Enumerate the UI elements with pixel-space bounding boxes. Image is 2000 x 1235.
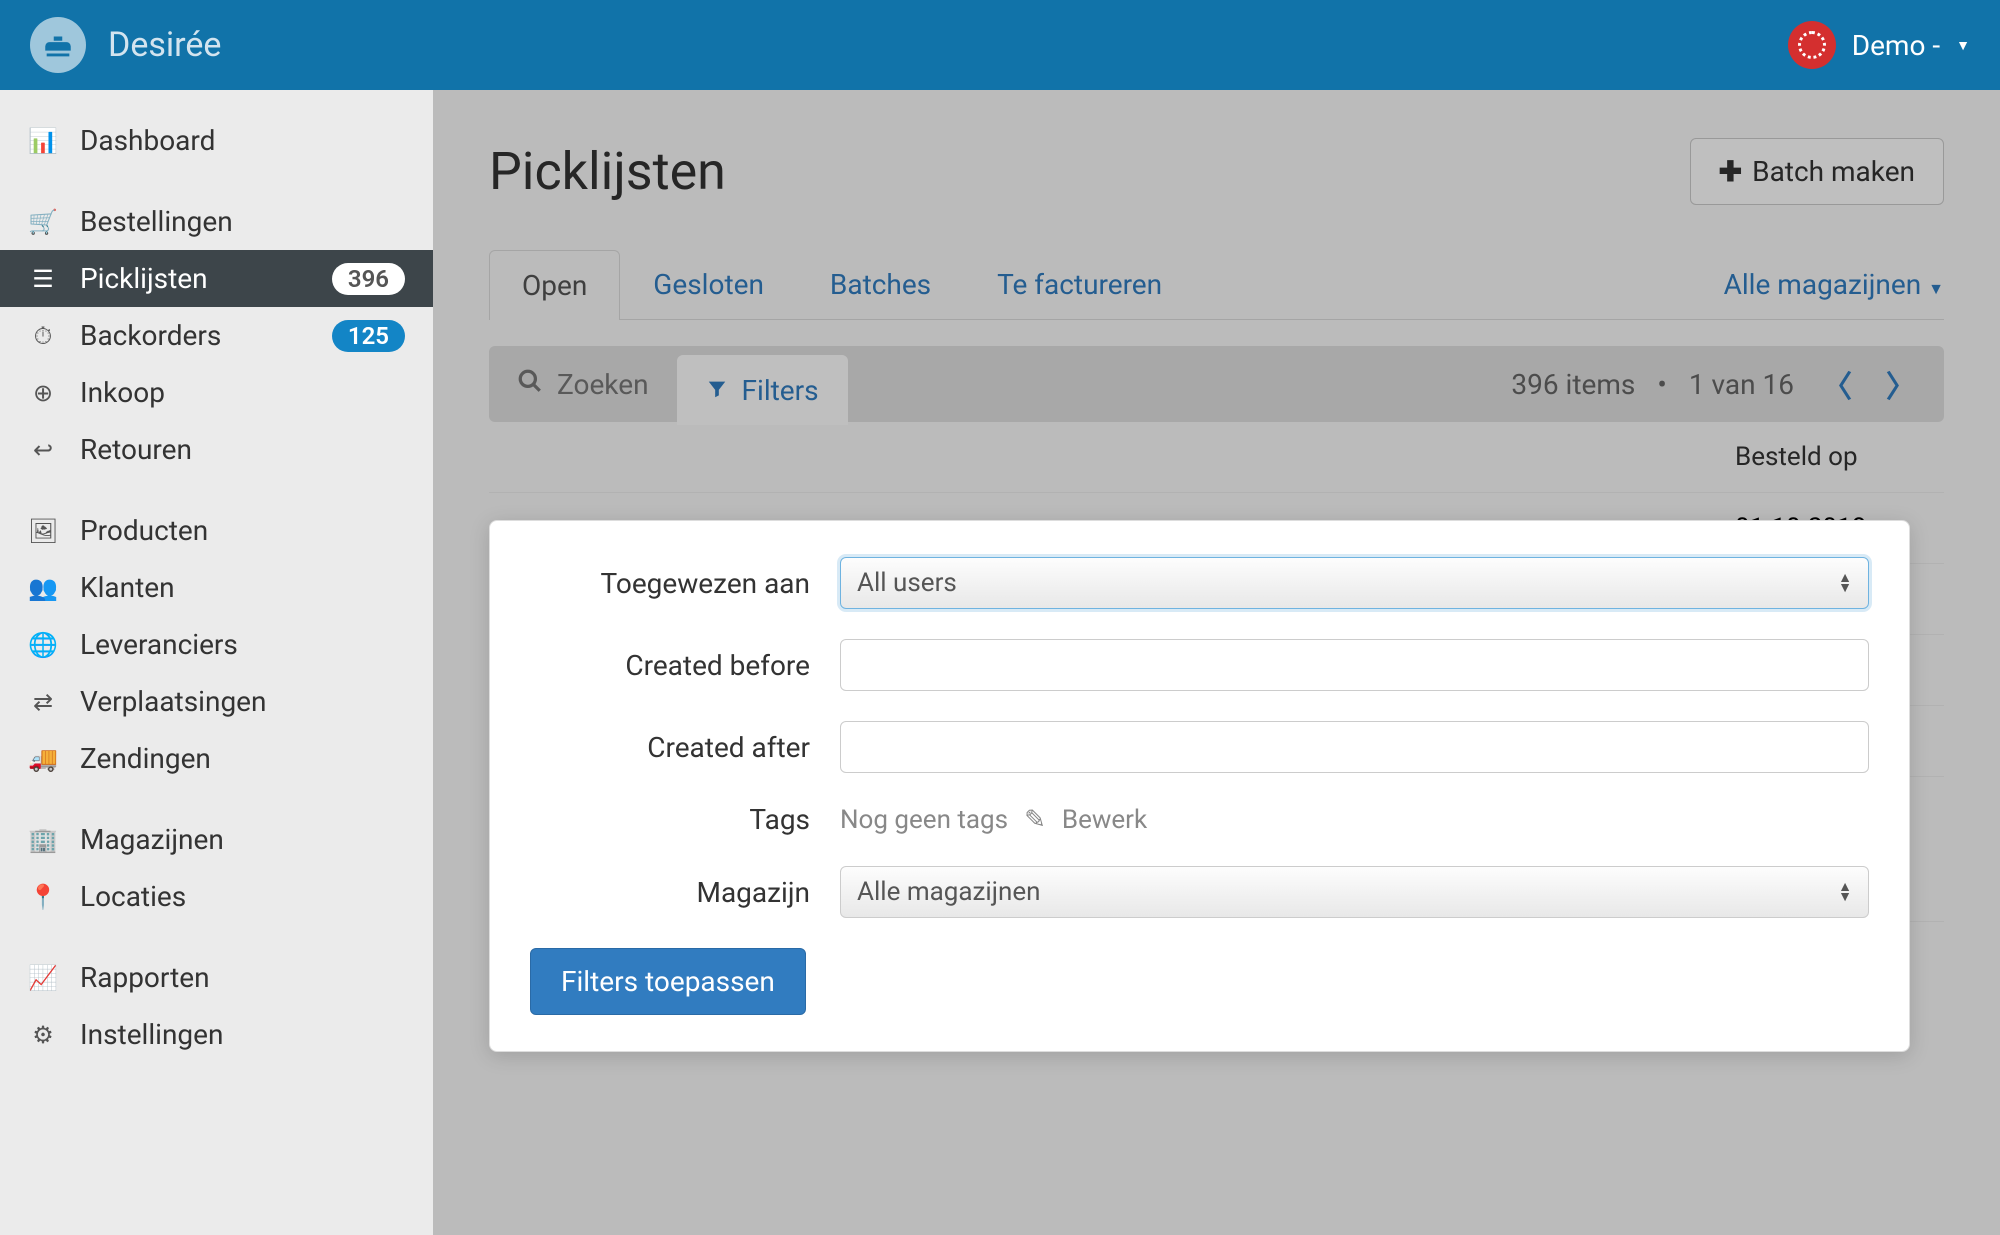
filter-before-input[interactable] (840, 639, 1869, 691)
apply-filters-label: Filters toepassen (561, 965, 775, 998)
nav-icon: ⏱ (28, 322, 58, 350)
sidebar-item-label: Instellingen (80, 1018, 223, 1051)
user-name: Demo - (1852, 29, 1940, 62)
sidebar-item-label: Rapporten (80, 961, 210, 994)
main-content: Picklijsten ✚ Batch maken OpenGeslotenBa… (433, 90, 2000, 1235)
sidebar-item-label: Dashboard (80, 124, 215, 157)
nav-icon: ⚙ (28, 1021, 58, 1049)
sidebar-item-label: Picklijsten (80, 262, 208, 295)
nav-icon: ☰ (28, 265, 58, 293)
filter-panel: Toegewezen aan All users ▲▼ Created befo… (489, 520, 1910, 1052)
nav-icon: 📍 (28, 883, 58, 911)
sidebar-item-label: Bestellingen (80, 205, 233, 238)
nav-icon: ⊕ (28, 379, 58, 407)
sidebar-item-klanten[interactable]: 👥 Klanten (0, 559, 433, 616)
sidebar-item-label: Verplaatsingen (80, 685, 266, 718)
nav-icon: 👥 (28, 574, 58, 602)
sidebar: 📊 Dashboard 🛒 Bestellingen ☰ Picklijsten 396 ⏱ B… (0, 90, 433, 1235)
sidebar-item-bestellingen[interactable]: 🛒 Bestellingen (0, 193, 433, 250)
filter-after-label: Created after (530, 731, 810, 764)
nav-icon: 🏢 (28, 826, 58, 854)
sidebar-item-label: Locaties (80, 880, 186, 913)
sidebar-item-label: Producten (80, 514, 208, 547)
sidebar-item-verplaatsingen[interactable]: ⇄ Verplaatsingen (0, 673, 433, 730)
pencil-icon: ✎ (1024, 805, 1046, 835)
sidebar-item-inkoop[interactable]: ⊕ Inkoop (0, 364, 433, 421)
sidebar-item-label: Klanten (80, 571, 175, 604)
filter-assigned-value: All users (857, 568, 957, 598)
sidebar-item-label: Zendingen (80, 742, 211, 775)
sidebar-item-leveranciers[interactable]: 🌐 Leveranciers (0, 616, 433, 673)
select-arrows-icon: ▲▼ (1838, 882, 1852, 902)
nav-icon: 🖼 (28, 517, 58, 545)
sidebar-item-zendingen[interactable]: 🚚 Zendingen (0, 730, 433, 787)
filter-assigned-label: Toegewezen aan (530, 567, 810, 600)
sidebar-item-rapporten[interactable]: 📈 Rapporten (0, 949, 433, 1006)
nav-icon: ⇄ (28, 688, 58, 716)
nav-icon: 📊 (28, 127, 58, 155)
filter-tags-empty: Nog geen tags (840, 805, 1008, 835)
avatar (1788, 21, 1836, 69)
filter-tags-edit-link[interactable]: Bewerk (1062, 805, 1147, 835)
filter-after-input[interactable] (840, 721, 1869, 773)
filter-magazijn-value: Alle magazijnen (857, 877, 1040, 907)
nav-icon: 🚚 (28, 745, 58, 773)
sidebar-item-picklijsten[interactable]: ☰ Picklijsten 396 (0, 250, 433, 307)
brand: Desirée (30, 17, 221, 73)
sidebar-item-magazijnen[interactable]: 🏢 Magazijnen (0, 811, 433, 868)
brand-logo-icon (30, 17, 86, 73)
sidebar-item-label: Backorders (80, 319, 221, 352)
chevron-down-icon: ▼ (1956, 37, 1970, 54)
nav-icon: 🌐 (28, 631, 58, 659)
sidebar-item-locaties[interactable]: 📍 Locaties (0, 868, 433, 925)
sidebar-item-backorders[interactable]: ⏱ Backorders 125 (0, 307, 433, 364)
sidebar-badge: 396 (332, 263, 405, 295)
apply-filters-button[interactable]: Filters toepassen (530, 948, 806, 1015)
filter-magazijn-select[interactable]: Alle magazijnen ▲▼ (840, 866, 1869, 918)
filter-assigned-select[interactable]: All users ▲▼ (840, 557, 1869, 609)
topbar: Desirée Demo - ▼ (0, 0, 2000, 90)
sidebar-item-instellingen[interactable]: ⚙ Instellingen (0, 1006, 433, 1063)
sidebar-badge: 125 (332, 320, 405, 352)
sidebar-item-label: Magazijnen (80, 823, 224, 856)
brand-name: Desirée (108, 25, 221, 65)
filter-tags-label: Tags (530, 803, 810, 836)
user-menu[interactable]: Demo - ▼ (1788, 21, 1970, 69)
filter-magazijn-label: Magazijn (530, 876, 810, 909)
sidebar-item-dashboard[interactable]: 📊 Dashboard (0, 112, 433, 169)
sidebar-item-retouren[interactable]: ↩ Retouren (0, 421, 433, 478)
filter-before-label: Created before (530, 649, 810, 682)
sidebar-item-label: Leveranciers (80, 628, 238, 661)
sidebar-item-producten[interactable]: 🖼 Producten (0, 502, 433, 559)
select-arrows-icon: ▲▼ (1838, 573, 1852, 593)
nav-icon: ↩ (28, 436, 58, 464)
nav-icon: 🛒 (28, 208, 58, 236)
sidebar-item-label: Inkoop (80, 376, 165, 409)
sidebar-item-label: Retouren (80, 433, 192, 466)
nav-icon: 📈 (28, 964, 58, 992)
